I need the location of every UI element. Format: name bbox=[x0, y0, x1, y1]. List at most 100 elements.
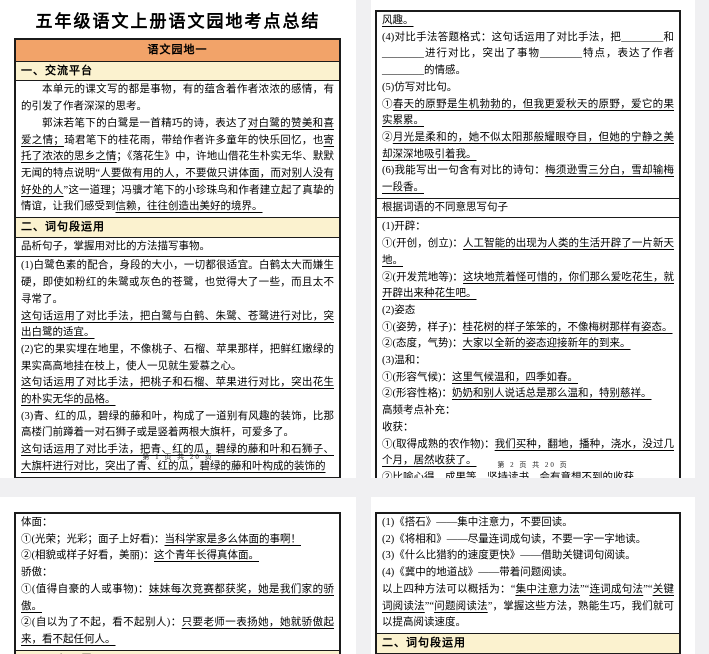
table-row-text: 品析句子，掌握用对比的方法描写事物。 bbox=[16, 238, 339, 258]
underlined-text: 这里气候温和，四季如春。 bbox=[452, 372, 578, 383]
paragraph: ②(态度，气势)：大家以全新的姿态迎接新年的到来。 bbox=[382, 336, 674, 353]
underlined-text: 桂花树的样子笨笨的，不像梅树那样有姿态。 bbox=[463, 322, 673, 333]
pages-canvas: 五年级语文上册语文园地考点总结 语文园地一一、交流平台本单元的课文写的都是事物，… bbox=[0, 0, 709, 654]
doc-table-page-4: (1)《搭石》——集中注意力，不要回读。 (2)《将相和》——尽量连词成句读，不要… bbox=[375, 512, 681, 654]
page-footer: 第 1 页 共 20 页 bbox=[0, 452, 356, 462]
paragraph: 根据词语的不同意思写句子 bbox=[382, 200, 674, 217]
doc-table-page-1: 语文园地一一、交流平台本单元的课文写的都是事物，有的蕴含着作者浓浓的感情，有的引… bbox=[14, 38, 341, 478]
plain-text: ①(光荣；光彩；面子上好看)： bbox=[21, 534, 165, 545]
page-3: 体面： ①(光荣；光彩；面子上好看)：当科学家是多么体面的事啊！ ②(相貌或样子好看… bbox=[0, 497, 356, 654]
plain-text: (3)《什么比猎豹的速度更快》——借助关键词句阅读。 bbox=[382, 550, 636, 561]
paragraph: (4)对比手法答题格式：这句话运用了对比手法，把________和_______… bbox=[382, 30, 674, 80]
paragraph: (4)《冀中的地道战》——带着问题阅读。 bbox=[382, 565, 674, 582]
underlined-text: 这句话运用了对比手法，把白鹭与白鹤、朱鹭、苍鹭进行对比，突出白鹭的适宜。 bbox=[21, 311, 334, 339]
plain-text: ②(自以为了不起，看不起别人)： bbox=[21, 617, 182, 628]
table-row-text: (1)白鹭色素的配合，身段的大小，一切都很适宜。白鹤太大而嫌生硬，即使如粉红的朱… bbox=[16, 257, 339, 476]
paragraph: 品析句子，掌握用对比的方法描写事物。 bbox=[21, 239, 334, 256]
paragraph: (3)温和： bbox=[382, 353, 674, 370]
paragraph: 这句话运用了对比手法，把桃子和石榴、苹果进行对比，突出花生的朴实无华的品格。 bbox=[21, 375, 334, 408]
plain-text: 本单元的课文写的都是事物，有的蕴含着作者浓浓的感情，有的引发了作者深深的思考。 bbox=[21, 84, 334, 112]
paragraph: (2)它的果实埋在地里，不像桃子、石榴、苹果那样，把鲜红嫩绿的果实高高地挂在枝上… bbox=[21, 342, 334, 375]
underlined-text: 集中注意力法 bbox=[515, 584, 580, 595]
paragraph: ②(相貌或样子好看，美丽)：这个青年长得真体面。 bbox=[21, 548, 334, 565]
paragraph: ②月光是柔和的，她不似太阳那般耀眼夺目，但她的宁静之美却深深地吸引着我。 bbox=[382, 130, 674, 163]
paragraph: ①春天的原野是生机勃勃的，但我更爱秋天的原野，爱它的果实累累。 bbox=[382, 97, 674, 130]
table-row-text: (1)《搭石》——集中注意力，不要回读。 (2)《将相和》——尽量连词成句读，不要… bbox=[377, 514, 679, 634]
plain-text: (4)《冀中的地道战》——带着问题阅读。 bbox=[382, 567, 573, 578]
plain-text: ”“ bbox=[425, 601, 434, 612]
underlined-text: 问题阅读法 bbox=[434, 601, 488, 612]
plain-text: (3)温和： bbox=[382, 355, 426, 366]
paragraph: ②(形容性格)：奶奶和别人说话总是那么温和，特别慈祥。 bbox=[382, 386, 674, 403]
paragraph: 风趣。 bbox=[382, 13, 674, 30]
plain-text: ① bbox=[382, 99, 393, 110]
table-row-text: 体面： ①(光荣；光彩；面子上好看)：当科学家是多么体面的事啊！ ②(相貌或样子好看… bbox=[16, 514, 339, 651]
underlined-text: 奶奶和别人说话总是那么温和，特别慈祥。 bbox=[452, 388, 652, 399]
paragraph: (5)仿写对比句。 bbox=[382, 80, 674, 97]
plain-text: ②(形容性格)： bbox=[382, 388, 452, 399]
paragraph: (3)青、红的瓜，碧绿的藤和叶，构成了一道别有风趣的装饰，比那高楼门前蹲着一对石… bbox=[21, 409, 334, 442]
plain-text: (1)《搭石》——集中注意力，不要回读。 bbox=[382, 517, 573, 528]
plain-text: (5)仿写对比句。 bbox=[382, 82, 457, 93]
underlined-text: 这句话运用了对比手法，把桃子和石榴、苹果进行对比，突出花生的朴实无华的品格。 bbox=[21, 377, 334, 405]
plain-text: ①(形容气候)： bbox=[382, 372, 452, 383]
table-row-text: 风趣。 (4)对比手法答题格式：这句话运用了对比手法，把________和____… bbox=[377, 12, 679, 199]
table-row-text: (1)开辟：①(开创，创立)：人工智能的出现为人类的生活开辟了一片新天地。②(开… bbox=[377, 218, 679, 478]
plain-text: ②比喻心得、成果等。 bbox=[382, 472, 487, 478]
underlined-text: 这个青年长得真体面。 bbox=[154, 550, 259, 561]
plain-text: 收获： bbox=[382, 422, 414, 433]
paragraph: ②(开发荒地等)：这块地荒着怪可惜的，你们那么爱吃花生，就开辟出来种花生吧。 bbox=[382, 270, 674, 303]
doc-table-page-3: 体面： ①(光荣；光彩；面子上好看)：当科学家是多么体面的事啊！ ②(相貌或样子好看… bbox=[14, 512, 341, 654]
plain-text: ①(值得自豪的人或事物)： bbox=[21, 584, 149, 595]
paragraph: 骄傲： bbox=[21, 565, 334, 582]
doc-table-page-2: 风趣。 (4)对比手法答题格式：这句话运用了对比手法，把________和____… bbox=[375, 10, 681, 478]
paragraph: ①(开创，创立)：人工智能的出现为人类的生活开辟了一片新天地。 bbox=[382, 236, 674, 269]
paragraph: 以上四种方法可以概括为：“集中注意力法”“连词成句法”“关键词阅读法”“问题阅读… bbox=[382, 582, 674, 632]
paragraph: (3)《什么比猎豹的速度更快》——借助关键词句阅读。 bbox=[382, 548, 674, 565]
document-title: 五年级语文上册语文园地考点总结 bbox=[0, 0, 356, 33]
plain-text: 郭沫若笔下的白鹭是一首精巧的诗，表达了 bbox=[42, 118, 248, 129]
table-row-section: 二、词句段运用 bbox=[16, 218, 339, 238]
plain-text: 高频考点补充： bbox=[382, 405, 456, 416]
paragraph: (1)开辟： bbox=[382, 219, 674, 236]
plain-text: ②(相貌或样子好看，美丽)： bbox=[21, 550, 154, 561]
plain-text: (2)《将相和》——尽量连词成句读，不要一字一字地读。 bbox=[382, 534, 646, 545]
paragraph: ②(自以为了不起，看不起别人)：只要老师一表扬她，她就骄傲起来，看不起任何人。 bbox=[21, 615, 334, 648]
plain-text: ”“ bbox=[580, 584, 589, 595]
paragraph: ①(值得自豪的人或事物)：妹妹每次竞赛都获奖，她是我们家的骄傲。 bbox=[21, 582, 334, 615]
page-1: 五年级语文上册语文园地考点总结 语文园地一一、交流平台本单元的课文写的都是事物，… bbox=[0, 0, 356, 478]
paragraph: ①(姿势，样子)：桂花树的样子笨笨的，不像梅树那样有姿态。 bbox=[382, 320, 674, 337]
underlined-text: 当科学家是多么体面的事啊！ bbox=[165, 534, 302, 545]
table-row-banner: 语文园地一 bbox=[16, 40, 339, 62]
plain-text: (6)我能写出一句含有对比的诗句： bbox=[382, 165, 545, 176]
table-row-text: 根据词语的不同意思写句子 bbox=[377, 199, 679, 219]
paragraph: 体面： bbox=[21, 515, 334, 532]
plain-text: (1)开辟： bbox=[382, 221, 426, 232]
underlined-text: 风趣。 bbox=[382, 15, 414, 26]
page-footer: 第 2 页 共 20 页 bbox=[371, 460, 695, 470]
underlined-text: 信赖，往往创造出美好的境界。 bbox=[116, 201, 263, 212]
paragraph: 收获： bbox=[382, 420, 674, 437]
paragraph: 这句话运用了对比手法，把白鹭与白鹤、朱鹭、苍鹭进行对比，突出白鹭的适宜。 bbox=[21, 309, 334, 342]
page-2: 风趣。 (4)对比手法答题格式：这句话运用了对比手法，把________和____… bbox=[371, 0, 695, 478]
paragraph: (2)姿态 bbox=[382, 303, 674, 320]
underlined-text: 月光是柔和的，她不似太阳那般耀眼夺目，但她的宁静之美却深深地吸引着我。 bbox=[382, 132, 674, 160]
plain-text: (3)青、红的瓜，碧绿的藤和叶，构成了一道别有风趣的装饰，比那高楼门前蹲着一对石… bbox=[21, 411, 334, 439]
page-4: (1)《搭石》——集中注意力，不要回读。 (2)《将相和》——尽量连词成句读，不要… bbox=[371, 497, 695, 654]
plain-text: ②(开发荒地等)： bbox=[382, 272, 463, 283]
table-row-section: 二、词句段运用 bbox=[377, 634, 679, 654]
paragraph: 本单元的课文写的都是事物，有的蕴含着作者浓浓的感情，有的引发了作者深深的思考。 bbox=[21, 82, 334, 115]
paragraph: ②比喻心得、成果等。坚持读书，会有意想不到的收获。 bbox=[382, 470, 674, 478]
plain-text: 体面： bbox=[21, 517, 53, 528]
plain-text: (4)对比手法答题格式：这句话运用了对比手法，把________和_______… bbox=[382, 32, 674, 76]
paragraph: (1)《搭石》——集中注意力，不要回读。 bbox=[382, 515, 674, 532]
paragraph: (1)白鹭色素的配合，身段的大小，一切都很适宜。白鹤太大而嫌生硬，即使如粉红的朱… bbox=[21, 258, 334, 308]
plain-text: (2)姿态 bbox=[382, 305, 415, 316]
plain-text: 根据词语的不同意思写句子 bbox=[382, 202, 508, 213]
plain-text: 品析句子，掌握用对比的方法描写事物。 bbox=[21, 241, 210, 252]
underlined-text: 春天的原野是生机勃勃的，但我更爱秋天的原野，爱它的果实累累。 bbox=[382, 99, 674, 127]
table-row-text: 本单元的课文写的都是事物，有的蕴含着作者浓浓的感情，有的引发了作者深深的思考。郭… bbox=[16, 81, 339, 218]
table-row-section: 三、日积月累 bbox=[16, 651, 339, 654]
underlined-text: 大家以全新的姿态迎接新年的到来。 bbox=[463, 338, 631, 349]
plain-text: 琦君笔下的桂花雨，带给作者许多童年的快乐回忆，也 bbox=[64, 135, 324, 146]
